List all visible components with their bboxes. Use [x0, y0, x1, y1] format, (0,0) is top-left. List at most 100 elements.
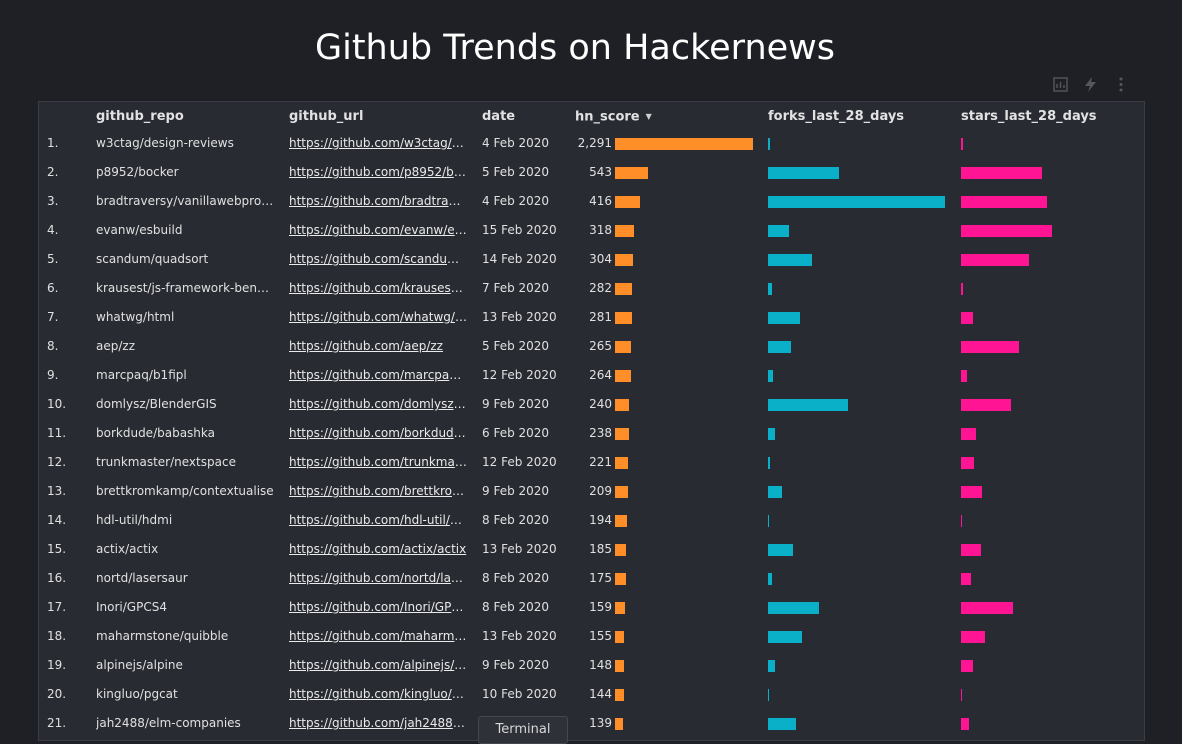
repo-url-link[interactable]: https://github.com/kingluo/pgcat [289, 680, 467, 709]
hn-score-bar [615, 515, 627, 527]
table-body: 1. w3ctag/design-reviews https://github.co… [39, 129, 1144, 738]
column-header-stars[interactable]: stars_last_28_days [961, 102, 1097, 132]
lightning-icon[interactable] [1082, 76, 1099, 93]
column-header-date[interactable]: date [482, 102, 515, 132]
row-number: 4. [47, 223, 59, 237]
table-row[interactable]: 11. borkdude/babashka https://github.com/b… [39, 419, 1144, 448]
table-row[interactable]: 3. bradtraversy/vanillawebprojects https:/… [39, 187, 1144, 216]
repo-url-link[interactable]: https://github.com/w3ctag/design-reviews [289, 129, 467, 158]
stars-bar [961, 486, 982, 498]
repo-url-link[interactable]: https://github.com/hdl-util/hdmi [289, 506, 467, 535]
table-row[interactable]: 12. trunkmaster/nextspace https://github.c… [39, 448, 1144, 477]
forks-bar [768, 370, 773, 382]
table-row[interactable]: 18. maharmstone/quibble https://github.com… [39, 622, 1144, 651]
column-header-hn-score[interactable]: hn_score ▼ [575, 102, 652, 132]
hn-score-bar [615, 283, 632, 295]
forks-bar [768, 254, 812, 266]
chart-toolbar [1052, 76, 1129, 93]
table-row[interactable]: 16. nortd/lasersaur https://github.com/nor… [39, 564, 1144, 593]
table-row[interactable]: 7. whatwg/html https://github.com/whatwg/h… [39, 303, 1144, 332]
table-row[interactable]: 2. p8952/bocker https://github.com/p8952/b… [39, 158, 1144, 187]
repo-date: 9 Feb 2020 [482, 484, 550, 498]
table-row[interactable]: 19. alpinejs/alpine https://github.com/alp… [39, 651, 1144, 680]
table-row[interactable]: 1. w3ctag/design-reviews https://github.co… [39, 129, 1144, 158]
stars-bar [961, 428, 976, 440]
hn-score-bar [615, 718, 623, 730]
hn-score-bar [615, 602, 625, 614]
stars-bar [961, 689, 962, 701]
repo-url-link[interactable]: https://github.com/nortd/lasersaur [289, 564, 467, 593]
hn-score-bar [615, 138, 753, 150]
repo-name: domlysz/BlenderGIS [96, 397, 217, 411]
hn-score-value: 240 [589, 397, 612, 411]
hn-score-value: 416 [589, 194, 612, 208]
column-header-github-repo[interactable]: github_repo [96, 102, 184, 132]
table-row[interactable]: 4. evanw/esbuild https://github.com/evanw/… [39, 216, 1144, 245]
table-row[interactable]: 6. krausest/js-framework-benchmark https:/… [39, 274, 1144, 303]
table-row[interactable]: 13. brettkromkamp/contextualise https://gi… [39, 477, 1144, 506]
repo-url-link[interactable]: https://github.com/borkdude/babashka [289, 419, 467, 448]
column-header-github-url[interactable]: github_url [289, 102, 363, 132]
repo-url-link[interactable]: https://github.com/trunkmaster/nextspace [289, 448, 467, 477]
table-row[interactable]: 5. scandum/quadsort https://github.com/sca… [39, 245, 1144, 274]
forks-bar [768, 167, 839, 179]
stars-bar [961, 225, 1052, 237]
repo-date: 8 Feb 2020 [482, 513, 550, 527]
repo-url-link[interactable]: https://github.com/domlysz/BlenderGIS [289, 390, 467, 419]
repo-date: 5 Feb 2020 [482, 165, 550, 179]
repo-url-link[interactable]: https://github.com/actix/actix [289, 535, 467, 564]
forks-bar [768, 399, 848, 411]
repo-url-link[interactable]: https://github.com/evanw/esbuild [289, 216, 467, 245]
repo-url-link[interactable]: https://github.com/krausest/js-framework… [289, 274, 467, 303]
repo-url-link[interactable]: https://github.com/scandum/quadsort [289, 245, 467, 274]
repo-name: kingluo/pgcat [96, 687, 178, 701]
repo-url-link[interactable]: https://github.com/aep/zz [289, 332, 467, 361]
stars-bar [961, 457, 974, 469]
sort-desc-icon[interactable]: ▼ [646, 102, 652, 132]
table-row[interactable]: 15. actix/actix https://github.com/actix/a… [39, 535, 1144, 564]
row-number: 2. [47, 165, 59, 179]
table-row[interactable]: 9. marcpaq/b1fipl https://github.com/marcp… [39, 361, 1144, 390]
row-number: 6. [47, 281, 59, 295]
forks-bar [768, 689, 769, 701]
terminal-tooltip[interactable]: Terminal [478, 716, 568, 744]
hn-score-value: 282 [589, 281, 612, 295]
hn-score-bar [615, 544, 626, 556]
repo-url-link[interactable]: https://github.com/p8952/bocker [289, 158, 467, 187]
repo-name: marcpaq/b1fipl [96, 368, 187, 382]
stars-bar [961, 254, 1029, 266]
forks-bar [768, 718, 796, 730]
stars-bar [961, 167, 1042, 179]
repo-date: 4 Feb 2020 [482, 136, 550, 150]
table-row[interactable]: 17. Inori/GPCS4 https://github.com/Inori/G… [39, 593, 1144, 622]
forks-bar [768, 312, 800, 324]
repo-name: trunkmaster/nextspace [96, 455, 236, 469]
hn-score-value: 209 [589, 484, 612, 498]
stars-bar [961, 573, 971, 585]
repo-url-link[interactable]: https://github.com/whatwg/html [289, 303, 467, 332]
table-row[interactable]: 8. aep/zz https://github.com/aep/zz 5 Feb 2… [39, 332, 1144, 361]
row-number: 7. [47, 310, 59, 324]
repo-name: alpinejs/alpine [96, 658, 183, 672]
repo-url-link[interactable]: https://github.com/maharmstone/quibble [289, 622, 467, 651]
column-header-forks[interactable]: forks_last_28_days [768, 102, 904, 132]
repo-name: nortd/lasersaur [96, 571, 188, 585]
table-row[interactable]: 14. hdl-util/hdmi https://github.com/hdl-u… [39, 506, 1144, 535]
forks-bar [768, 573, 772, 585]
stars-bar [961, 515, 962, 527]
table-row[interactable]: 20. kingluo/pgcat https://github.com/kingl… [39, 680, 1144, 709]
repo-url-link[interactable]: https://github.com/Inori/GPCS4 [289, 593, 467, 622]
chart-settings-icon[interactable] [1052, 76, 1069, 93]
more-vert-icon[interactable] [1112, 76, 1129, 93]
column-header-hn-score-label: hn_score [575, 109, 640, 125]
row-number: 17. [47, 600, 67, 614]
repo-url-link[interactable]: https://github.com/alpinejs/alpine [289, 651, 467, 680]
hn-score-bar [615, 225, 634, 237]
repo-url-link[interactable]: https://github.com/marcpaq/b1fipl [289, 361, 467, 390]
table-row[interactable]: 10. domlysz/BlenderGIS https://github.com/… [39, 390, 1144, 419]
repo-url-link[interactable]: https://github.com/bradtraversy/vanillaw… [289, 187, 467, 216]
repo-url-link[interactable]: https://github.com/brettkromkamp/context… [289, 477, 467, 506]
repo-date: 7 Feb 2020 [482, 281, 550, 295]
forks-bar [768, 283, 772, 295]
forks-bar [768, 428, 775, 440]
